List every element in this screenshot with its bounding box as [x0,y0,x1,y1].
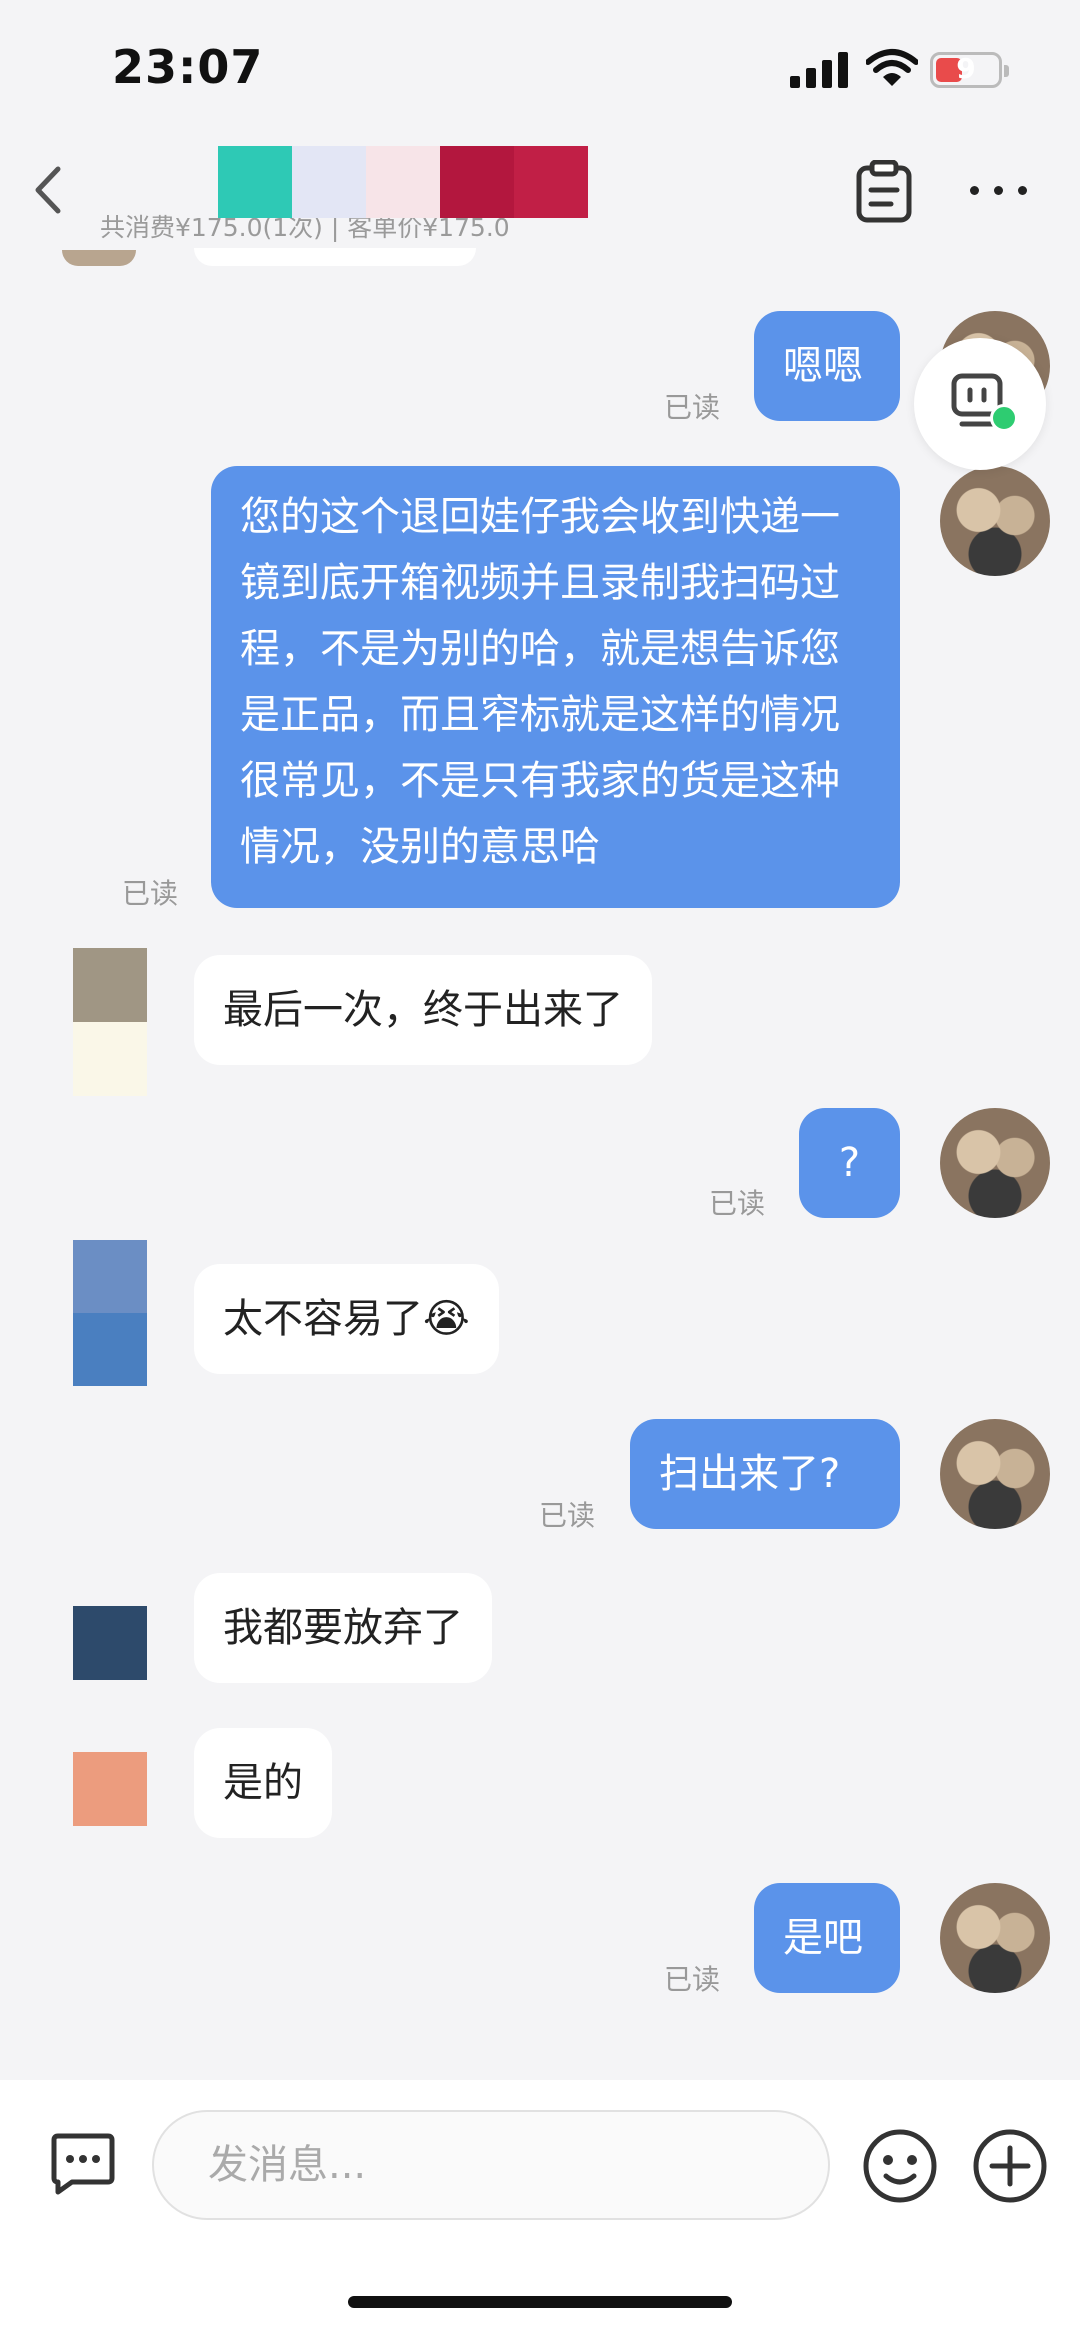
clipboard-icon[interactable] [855,159,913,224]
message-input[interactable]: 发消息... [152,2110,830,2220]
name-redaction-block [440,146,514,218]
partial-avatar [62,250,136,266]
message-bubble-them[interactable]: 太不容易了😭 [194,1264,499,1374]
read-status: 已读 [664,391,721,424]
back-icon[interactable] [30,165,70,215]
avatar[interactable] [73,1240,147,1386]
avatar[interactable] [73,1606,147,1680]
robot-assistant-button[interactable] [914,338,1046,470]
message-bubble-me[interactable]: ? [799,1108,900,1218]
partial-bubble [194,248,476,266]
message-bubble-me[interactable]: 嗯嗯 [754,311,900,421]
more-icon[interactable] [970,180,1030,200]
battery-icon: 9 [930,52,1009,88]
message-bubble-me[interactable]: 您的这个退回娃仔我会收到快递一镜到底开箱视频并且录制我扫码过程，不是为别的哈，就… [211,466,900,908]
message-bubble-me[interactable]: 扫出来了? [630,1419,900,1529]
avatar[interactable] [940,1419,1050,1529]
message-bubble-them[interactable]: 是的 [194,1728,332,1838]
name-redaction-block [292,146,366,218]
plus-icon[interactable] [972,2128,1048,2204]
name-redaction-block [514,146,588,218]
read-status: 已读 [709,1187,766,1220]
read-status: 已读 [122,877,179,910]
avatar[interactable] [73,1752,147,1826]
message-bubble-me[interactable]: 是吧 [754,1883,900,1993]
signal-icon [790,52,848,88]
read-status: 已读 [664,1963,721,1996]
battery-level: 9 [956,52,976,85]
name-redaction-block [366,146,440,218]
status-time: 23:07 [112,40,264,94]
chat-icon[interactable] [48,2132,118,2196]
avatar[interactable] [940,1108,1050,1218]
wifi-icon [865,48,919,88]
avatar[interactable] [940,466,1050,576]
home-indicator [348,2296,732,2308]
online-indicator [990,404,1018,432]
avatar[interactable] [73,948,147,1096]
emoji-icon[interactable] [862,2128,938,2204]
message-bubble-them[interactable]: 最后一次，终于出来了 [194,955,652,1065]
avatar[interactable] [940,1883,1050,1993]
read-status: 已读 [539,1499,596,1532]
name-redaction-block [218,146,292,218]
message-bubble-them[interactable]: 我都要放弃了 [194,1573,492,1683]
